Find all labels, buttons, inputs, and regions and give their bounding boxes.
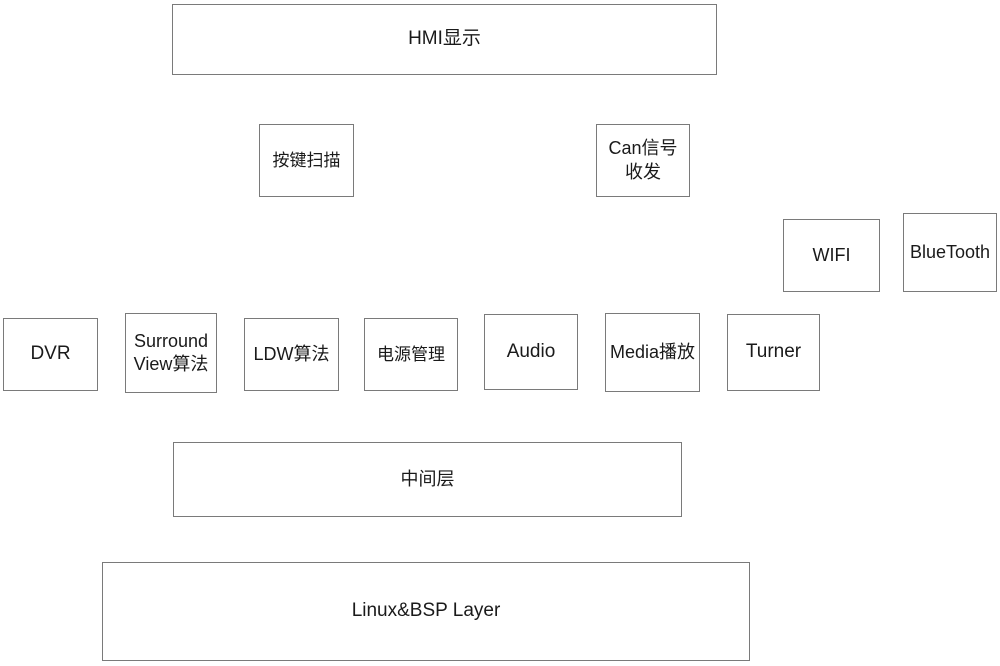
- node-label: HMI显示: [408, 28, 481, 50]
- node-turner: Turner: [727, 314, 820, 391]
- node-hmi-display: HMI显示: [172, 4, 717, 75]
- node-label: WIFI: [812, 244, 851, 265]
- node-label: DVR: [30, 343, 71, 365]
- node-label: Can信号收发: [608, 138, 678, 182]
- node-label: Linux&BSP Layer: [351, 600, 501, 622]
- node-label: LDW算法: [253, 343, 330, 364]
- node-surround-view: Surround View算法: [125, 313, 217, 393]
- node-label: Media播放: [609, 341, 696, 362]
- node-linux-bsp-layer: Linux&BSP Layer: [102, 562, 750, 661]
- node-audio: Audio: [484, 314, 578, 390]
- node-ldw: LDW算法: [244, 318, 339, 391]
- node-wifi: WIFI: [783, 219, 880, 292]
- node-label: BlueTooth: [909, 241, 991, 262]
- node-label: Turner: [745, 341, 802, 363]
- node-middleware: 中间层: [173, 442, 682, 517]
- architecture-diagram: HMI显示 按键扫描 Can信号收发 WIFI BlueTooth DVR Su…: [0, 0, 1000, 666]
- node-label: 电源管理: [377, 344, 445, 364]
- node-power-management: 电源管理: [364, 318, 458, 391]
- node-dvr: DVR: [3, 318, 98, 391]
- node-label: 中间层: [400, 468, 455, 489]
- node-media-playback: Media播放: [605, 313, 700, 392]
- node-key-scan: 按键扫描: [259, 124, 354, 197]
- node-can-signal: Can信号收发: [596, 124, 690, 197]
- node-label: 按键扫描: [272, 150, 341, 170]
- node-label: Surround View算法: [133, 330, 209, 374]
- node-bluetooth: BlueTooth: [903, 213, 997, 292]
- node-label: Audio: [506, 340, 556, 362]
